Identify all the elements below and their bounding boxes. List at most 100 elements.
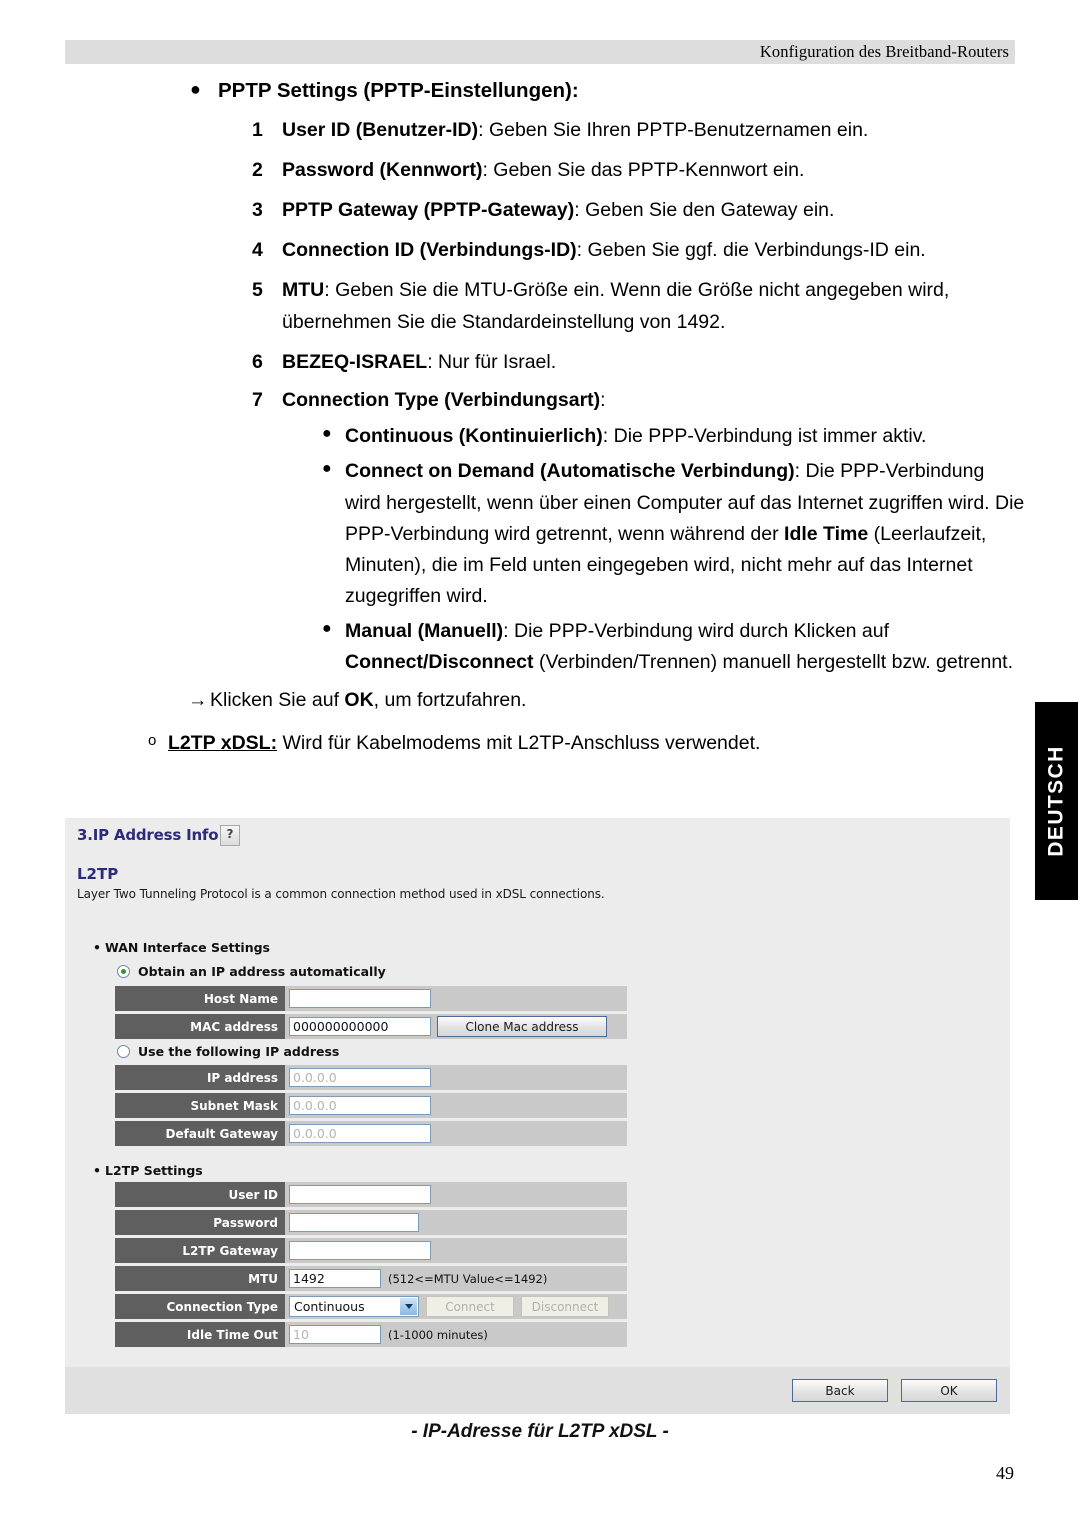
table-row-idle-time-out: Idle Time Out 10 (1-1000 minutes) (115, 1322, 627, 1347)
circle-bullet-item: o L2TP xDSL: Wird für Kabelmodems mit L2… (0, 728, 1080, 759)
document-body: ● PPTP Settings (PPTP-Einstellungen): 1 … (0, 78, 1080, 759)
mtu-hint: (512<=MTU Value<=1492) (388, 1271, 548, 1286)
table-row-subnet-mask: Subnet Mask 0.0.0.0 (115, 1093, 627, 1118)
connection-type-selected-value: Continuous (294, 1299, 365, 1314)
sub-item-term: Connect on Demand (Automatische Verbindu… (345, 460, 795, 483)
action-note-text-a: Klicken Sie auf (210, 688, 345, 711)
disconnect-button[interactable]: Disconnect (521, 1296, 609, 1317)
sub-bullet-item: ● Manual (Manuell): Die PPP-Verbindung w… (0, 616, 1080, 678)
figure-caption: - IP-Adresse für L2TP xDSL - (411, 1421, 669, 1442)
back-button[interactable]: Back (792, 1379, 888, 1402)
filled-circle-bullet-icon: ● (322, 460, 332, 478)
table-row-user-id: User ID (115, 1182, 627, 1207)
language-tab-deutsch: DEUTSCH (1033, 700, 1080, 902)
section-heading: ● PPTP Settings (PPTP-Einstellungen): (0, 78, 1080, 105)
item-number: 3 (252, 199, 263, 222)
ip-address-input[interactable]: 0.0.0.0 (289, 1068, 431, 1087)
ok-button[interactable]: OK (901, 1379, 997, 1402)
connection-type-select[interactable]: Continuous (289, 1296, 419, 1317)
action-note-text-b: , um fortzufahren. (373, 688, 527, 711)
item-term: PPTP Gateway (PPTP-Gateway) (282, 199, 575, 222)
router-config-screenshot: 3.IP Address Info ? L2TP Layer Two Tunne… (65, 818, 1010, 1414)
field-label-user-id: User ID (115, 1182, 285, 1207)
numbered-item: 5 MTU: Geben Sie die MTU-Größe ein. Wenn… (0, 275, 1080, 337)
table-row-mac-address: MAC address 000000000000 Clone Mac addre… (115, 1014, 627, 1039)
sub-item-term: Manual (Manuell) (345, 620, 504, 643)
user-id-input[interactable] (289, 1185, 431, 1204)
field-label-mac-address: MAC address (115, 1014, 285, 1039)
sub-item-description: : Die PPP-Verbindung wird durch Klicken … (503, 620, 890, 643)
sub-item-term-inline: Idle Time (784, 522, 869, 545)
table-row-connection-type: Connection Type Continuous Connect Disco… (115, 1294, 627, 1319)
item-term: Connection ID (Verbindungs-ID) (282, 239, 577, 262)
item-description: : Geben Sie ggf. die Verbindungs-ID ein. (576, 239, 926, 262)
square-bullet-icon: • (93, 940, 101, 955)
item-number: 1 (252, 118, 263, 141)
sub-item-description-cont: (Verbinden/Trennen) manuell hergestellt … (533, 651, 1014, 674)
table-row-ip-address: IP address 0.0.0.0 (115, 1065, 627, 1090)
action-note: → Klicken Sie auf OK, um fortzufahren. (0, 685, 1080, 716)
clone-mac-address-button[interactable]: Clone Mac address (437, 1016, 607, 1037)
hollow-circle-bullet-icon: o (148, 731, 157, 749)
field-label-mtu: MTU (115, 1266, 285, 1291)
radio-use-following-ip-label: Use the following IP address (138, 1044, 340, 1059)
item-term: MTU (282, 279, 325, 302)
password-input[interactable] (289, 1213, 419, 1232)
idle-time-out-hint: (1-1000 minutes) (388, 1327, 488, 1342)
field-label-l2tp-gateway: L2TP Gateway (115, 1238, 285, 1263)
item-number: 4 (252, 239, 263, 262)
l2tp-section-title: L2TP Settings (105, 1163, 203, 1178)
item-description: : Geben Sie Ihren PPTP-Benutzernamen ein… (478, 118, 869, 141)
item-description: : (600, 388, 606, 411)
numbered-item: 4 Connection ID (Verbindungs-ID): Geben … (0, 235, 1080, 266)
action-note-ok: OK (344, 688, 374, 711)
numbered-item: 6 BEZEQ-ISRAEL: Nur für Israel. (0, 347, 1080, 378)
item-number: 5 (252, 279, 263, 302)
circle-item-description: Wird für Kabelmodems mit L2TP-Anschluss … (277, 731, 761, 754)
numbered-item: 3 PPTP Gateway (PPTP-Gateway): Geben Sie… (0, 195, 1080, 226)
field-label-connection-type: Connection Type (115, 1294, 285, 1319)
panel-description: Layer Two Tunneling Protocol is a common… (77, 887, 605, 901)
host-name-input[interactable] (289, 989, 431, 1008)
item-number: 2 (252, 158, 263, 181)
sub-bullet-item: ● Continuous (Kontinuierlich): Die PPP-V… (0, 421, 1080, 452)
radio-button-icon[interactable] (117, 965, 130, 978)
field-label-host-name: Host Name (115, 986, 285, 1011)
default-gateway-input[interactable]: 0.0.0.0 (289, 1124, 431, 1143)
radio-use-following-ip[interactable]: Use the following IP address (117, 1044, 339, 1059)
field-label-default-gateway: Default Gateway (115, 1121, 285, 1146)
item-term: Password (Kennwort) (282, 158, 483, 181)
radio-button-icon[interactable] (117, 1045, 130, 1058)
running-title: Konfiguration des Breitband-Routers (759, 42, 1009, 61)
numbered-item: 1 User ID (Benutzer-ID): Geben Sie Ihren… (0, 115, 1080, 146)
item-description: : Nur für Israel. (427, 350, 557, 373)
mac-address-input[interactable]: 000000000000 (289, 1017, 431, 1036)
item-term: Connection Type (Verbindungsart) (282, 388, 601, 411)
connect-button[interactable]: Connect (426, 1296, 514, 1317)
numbered-item: 7 Connection Type (Verbindungsart): (0, 385, 1080, 416)
table-row-default-gateway: Default Gateway 0.0.0.0 (115, 1121, 627, 1146)
subnet-mask-input[interactable]: 0.0.0.0 (289, 1096, 431, 1115)
square-bullet-icon: • (93, 1163, 101, 1178)
panel-footer: Back OK (65, 1367, 1010, 1414)
filled-circle-bullet-icon: ● (190, 79, 201, 99)
chevron-down-icon[interactable] (400, 1298, 417, 1315)
item-term: User ID (Benutzer-ID) (282, 118, 479, 141)
item-term: BEZEQ-ISRAEL (282, 350, 428, 373)
filled-circle-bullet-icon: ● (322, 425, 332, 443)
page-running-header: Konfiguration des Breitband-Routers (65, 40, 1015, 64)
numbered-item: 2 Password (Kennwort): Geben Sie das PPT… (0, 155, 1080, 186)
l2tp-gateway-input[interactable] (289, 1241, 431, 1260)
radio-obtain-ip-automatically[interactable]: Obtain an IP address automatically (117, 964, 386, 979)
mtu-input[interactable]: 1492 (289, 1269, 381, 1288)
help-question-icon[interactable]: ? (220, 825, 240, 846)
item-description: : Geben Sie das PPTP-Kennwort ein. (482, 158, 805, 181)
idle-time-out-input[interactable]: 10 (289, 1325, 381, 1344)
field-label-subnet-mask: Subnet Mask (115, 1093, 285, 1118)
l2tp-section-heading: • L2TP Settings (93, 1163, 203, 1178)
panel-breadcrumb-title: 3.IP Address Info (77, 826, 219, 844)
sub-item-term: Continuous (Kontinuierlich) (345, 425, 603, 448)
item-number: 7 (252, 388, 263, 411)
sub-item-description: : Die PPP-Verbindung ist immer aktiv. (602, 425, 927, 448)
right-arrow-icon: → (188, 688, 208, 711)
